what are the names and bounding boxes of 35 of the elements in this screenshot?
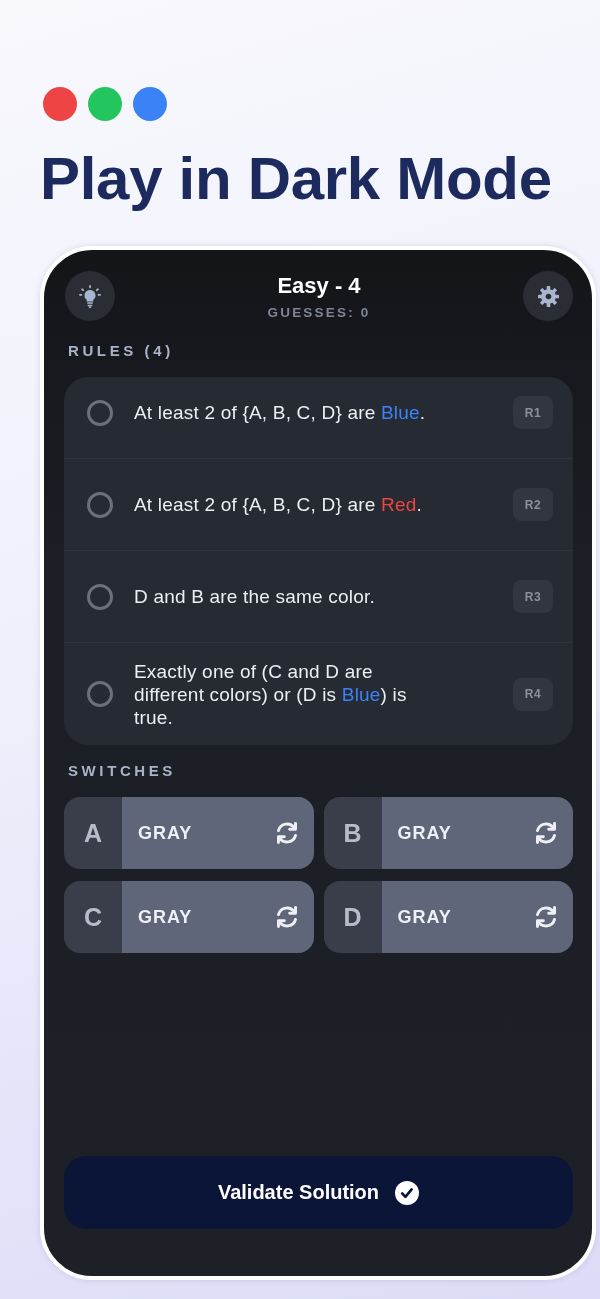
rule-tag: R3 (513, 580, 553, 613)
color-toggle-button[interactable]: GRAY (122, 797, 314, 869)
check-circle-icon (395, 1180, 420, 1205)
rule-tag: R2 (513, 488, 553, 521)
refresh-icon (534, 821, 558, 845)
rule-text: D and B are the same color. (134, 585, 376, 608)
color-toggle-button[interactable]: GRAY (381, 881, 573, 953)
color-toggle-button[interactable]: GRAY (122, 881, 314, 953)
switch-letter: D (342, 901, 363, 933)
hint-button[interactable] (65, 271, 115, 321)
switch-letter: A (82, 817, 104, 849)
lightbulb-icon (79, 284, 101, 308)
puzzle-title: Easy - 4 (277, 273, 361, 299)
settings-button[interactable] (523, 271, 573, 321)
radio-button[interactable] (87, 681, 113, 707)
refresh-icon (274, 905, 299, 929)
rule-tag: R4 (513, 677, 553, 711)
rule-text: At least 2 of {A, B, C, D} are Red. (134, 493, 423, 516)
settings-icon (537, 285, 559, 307)
radio-button[interactable] (87, 583, 113, 610)
color-toggle-button[interactable]: GRAY (381, 797, 573, 869)
section-heading: RULES (4) (68, 342, 174, 360)
guesses-counter: GUESSES: 0 (267, 304, 371, 322)
radio-button[interactable] (87, 491, 113, 518)
section-heading: SWITCHES (68, 762, 176, 780)
refresh-icon (534, 905, 558, 929)
refresh-icon (274, 821, 299, 845)
validate-solution-button[interactable]: Validate Solution (64, 1156, 573, 1229)
rule-tag: R1 (513, 396, 553, 429)
rule-text: At least 2 of {A, B, C, D} are Blue. (134, 401, 427, 424)
radio-button[interactable] (87, 399, 113, 426)
headline: Play in Dark Mode (40, 149, 552, 209)
rule-text: Exactly one of (C and D are different colors) or (D is Blue) is true. (134, 659, 408, 729)
switch-letter: C (82, 901, 104, 933)
switch-letter: B (342, 817, 363, 849)
